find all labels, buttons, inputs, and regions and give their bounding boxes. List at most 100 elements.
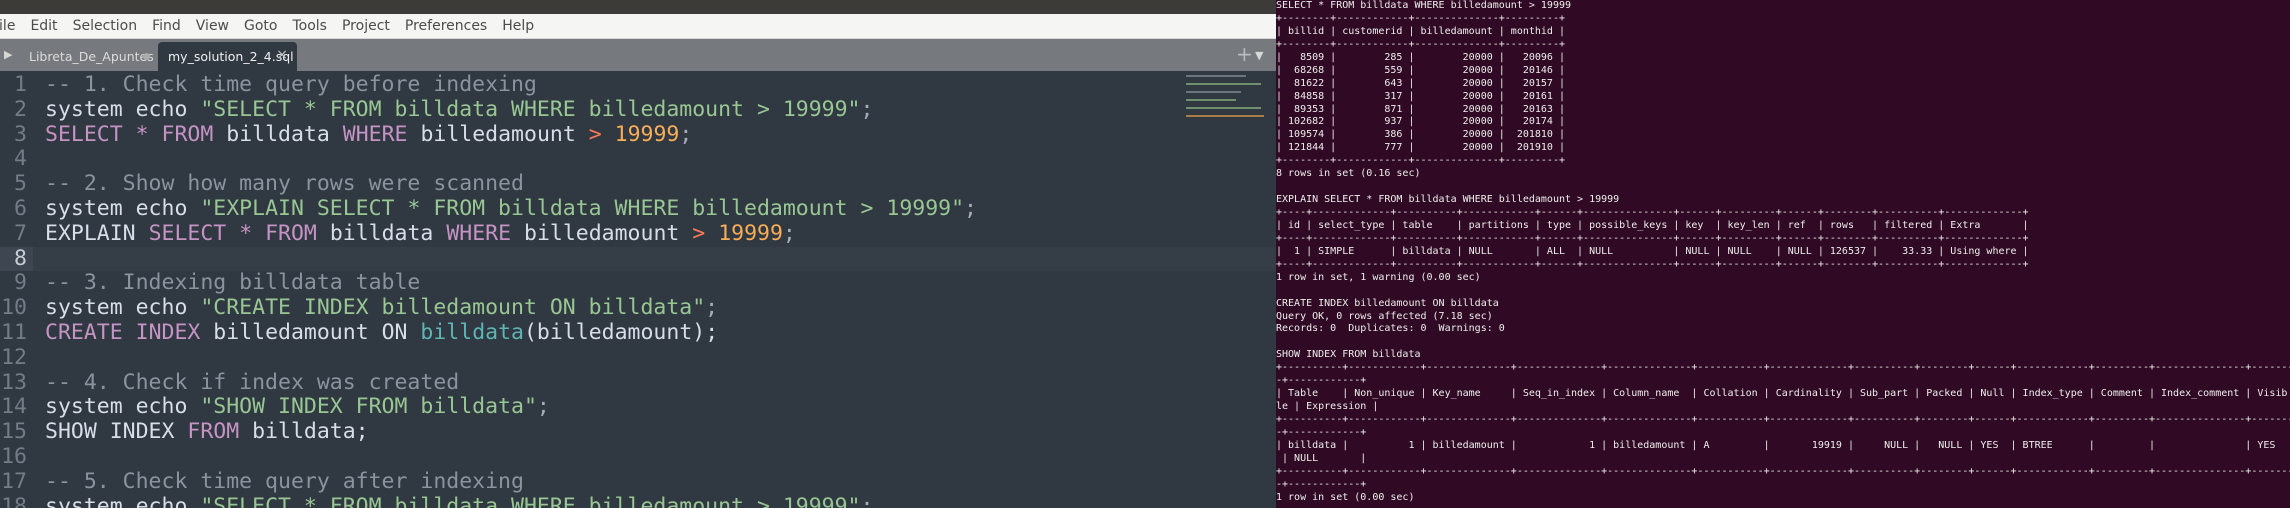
- terminal-line: | 81622 | 643 | 20000 | 20157 |: [1276, 77, 1565, 89]
- code-line[interactable]: 14 system echo "SHOW INDEX FROM billdata"…: [0, 394, 1276, 420]
- code-line[interactable]: 17 -- 5. Check time query after indexing: [0, 468, 1276, 495]
- close-tab-icon[interactable]: ×: [276, 47, 288, 63]
- terminal-line: | 121844 | 777 | 20000 | 201910 |: [1276, 142, 1565, 154]
- terminal-line: 1 row in set (0.00 sec): [1276, 491, 1415, 503]
- menu-project[interactable]: Project: [342, 18, 390, 34]
- tab-list-dropdown-icon[interactable]: ▼: [1255, 49, 1263, 62]
- terminal-line: | billdata | 1 | billedamount | 1 | bill…: [1276, 439, 2290, 451]
- code-line[interactable]: 16: [0, 444, 1276, 470]
- code-token: "SELECT * FROM billdata WHERE billedamou…: [200, 96, 861, 122]
- terminal-line: Query OK, 0 rows affected (7.18 sec): [1276, 310, 1493, 322]
- code-line[interactable]: 8: [0, 246, 1276, 272]
- code-token: system echo: [45, 493, 201, 508]
- terminal-window[interactable]: SELECT * FROM billdata WHERE billedamoun…: [1276, 0, 2290, 508]
- tab-bar: ▶ Libreta_De_Apuntes my_solution_2_4.sql…: [0, 39, 1276, 71]
- minimap[interactable]: [1186, 73, 1264, 123]
- terminal-line: | 8509 | 285 | 20000 | 20096 |: [1276, 51, 1565, 63]
- code-token: ;: [964, 195, 977, 221]
- line-number: 9: [14, 270, 27, 296]
- code-token: -- 5. Check time query after indexing: [45, 468, 524, 494]
- menu-tools[interactable]: Tools: [292, 18, 327, 34]
- code-line[interactable]: 3 SELECT * FROM billdata WHERE billedamou…: [0, 121, 1276, 148]
- code-token: ;: [536, 394, 550, 420]
- code-token: billdata: [316, 220, 447, 246]
- line-number: 6: [14, 195, 27, 221]
- code-text: system echo "CREATE INDEX billedamount O…: [45, 295, 718, 321]
- line-number: 2: [14, 96, 27, 122]
- line-number: 8: [0, 246, 33, 272]
- code-line[interactable]: 9 -- 3. Indexing billdata table: [0, 270, 1276, 296]
- new-tab-plus-icon[interactable]: +: [1236, 42, 1253, 66]
- terminal-line: Records: 0 Duplicates: 0 Warnings: 0: [1276, 323, 1505, 335]
- terminal-line: +--------+------------+--------------+--…: [1276, 155, 1565, 167]
- line-number: 12: [1, 344, 27, 370]
- menu-bar: File Edit Selection Find View Goto Tools Projec…: [0, 14, 1276, 39]
- system-top-bar: [0, 0, 1276, 14]
- menu-goto[interactable]: Goto: [244, 18, 277, 34]
- menu-edit[interactable]: Edit: [30, 18, 57, 34]
- code-line[interactable]: 12: [0, 344, 1276, 371]
- tab-label: Libreta_De_Apuntes: [29, 49, 154, 64]
- code-token: INDEX: [135, 319, 201, 345]
- minimap-line: [1186, 99, 1236, 101]
- terminal-line: le | Expression |: [1276, 401, 1379, 413]
- code-token: system echo: [45, 295, 201, 321]
- code-line[interactable]: 4: [0, 147, 1276, 172]
- line-number: 11: [1, 319, 27, 345]
- code-text: EXPLAIN SELECT * FROM billdata WHERE bil…: [45, 220, 796, 247]
- code-token: "CREATE INDEX billedamount ON billdata": [200, 295, 706, 321]
- code-token: "EXPLAIN SELECT * FROM billdata WHERE bi…: [200, 195, 965, 221]
- menu-help[interactable]: Help: [502, 18, 534, 34]
- code-token: >: [588, 121, 602, 147]
- sidebar-toggle-icon[interactable]: ▶: [4, 48, 12, 61]
- menu-view[interactable]: View: [196, 18, 229, 34]
- code-line[interactable]: 10 system echo "CREATE INDEX billedamount…: [0, 295, 1276, 321]
- menu-preferences[interactable]: Preferences: [405, 18, 487, 34]
- line-number: 7: [14, 220, 27, 246]
- terminal-line: | id | select_type | table | partitions …: [1276, 219, 2029, 231]
- code-token: 19999: [614, 121, 680, 147]
- code-token: billedamount: [511, 220, 693, 246]
- terminal-line: +--------+------------+--------------+--…: [1276, 12, 1565, 24]
- menu-selection[interactable]: Selection: [73, 18, 138, 34]
- tab-my-solution-2-4-sql[interactable]: my_solution_2_4.sql ×: [158, 42, 297, 71]
- minimap-line: [1186, 91, 1241, 93]
- code-line[interactable]: 1 -- 1. Check time query before indexing: [0, 72, 1276, 98]
- code-token: ;: [860, 96, 874, 122]
- menu-file[interactable]: File: [0, 18, 15, 34]
- terminal-line: +----+-------------+----------+---------…: [1276, 207, 2029, 218]
- unsaved-dot-icon[interactable]: [143, 53, 150, 60]
- code-token: system echo: [45, 195, 201, 221]
- line-number: 18: [1, 493, 27, 508]
- code-token: system echo: [45, 394, 201, 420]
- terminal-line: -+------------+: [1276, 478, 1367, 490]
- tab-libreta-de-apuntes[interactable]: Libreta_De_Apuntes: [22, 42, 156, 71]
- minimap-line: [1186, 115, 1264, 117]
- code-token: >: [692, 220, 706, 246]
- code-token: "SHOW INDEX FROM billdata": [200, 394, 537, 420]
- code-line[interactable]: 7 EXPLAIN SELECT * FROM billdata WHERE bi…: [0, 220, 1276, 247]
- code-line[interactable]: 15 SHOW INDEX FROM billdata;: [0, 419, 1276, 445]
- code-line[interactable]: 2 system echo "SELECT * FROM billdata WHE…: [0, 96, 1276, 123]
- code-text: system echo "EXPLAIN SELECT * FROM billd…: [45, 195, 977, 222]
- code-token: (billedamount);: [523, 319, 719, 345]
- code-line[interactable]: 5 -- 2. Show how many rows were scanned: [0, 171, 1276, 197]
- code-token: billedamount ON: [200, 319, 421, 345]
- terminal-line: -+------------+: [1276, 426, 1367, 438]
- terminal-line: EXPLAIN SELECT * FROM billdata WHERE bil…: [1276, 194, 1620, 206]
- code-line[interactable]: 18 system echo "SELECT * FROM billdata WH…: [0, 493, 1276, 508]
- code-editor[interactable]: 1 -- 1. Check time query before indexing 2…: [0, 72, 1276, 508]
- code-token: CREATE: [45, 319, 123, 345]
- code-line[interactable]: 11 CREATE INDEX billedamount ON billdata(…: [0, 319, 1276, 346]
- menu-find[interactable]: Find: [152, 18, 181, 34]
- terminal-line: SHOW INDEX FROM billdata: [1276, 349, 1421, 361]
- code-line[interactable]: 6 system echo "EXPLAIN SELECT * FROM bill…: [0, 195, 1276, 222]
- code-token: WHERE: [342, 121, 408, 147]
- code-line[interactable]: 13 -- 4. Check if index was created: [0, 370, 1276, 396]
